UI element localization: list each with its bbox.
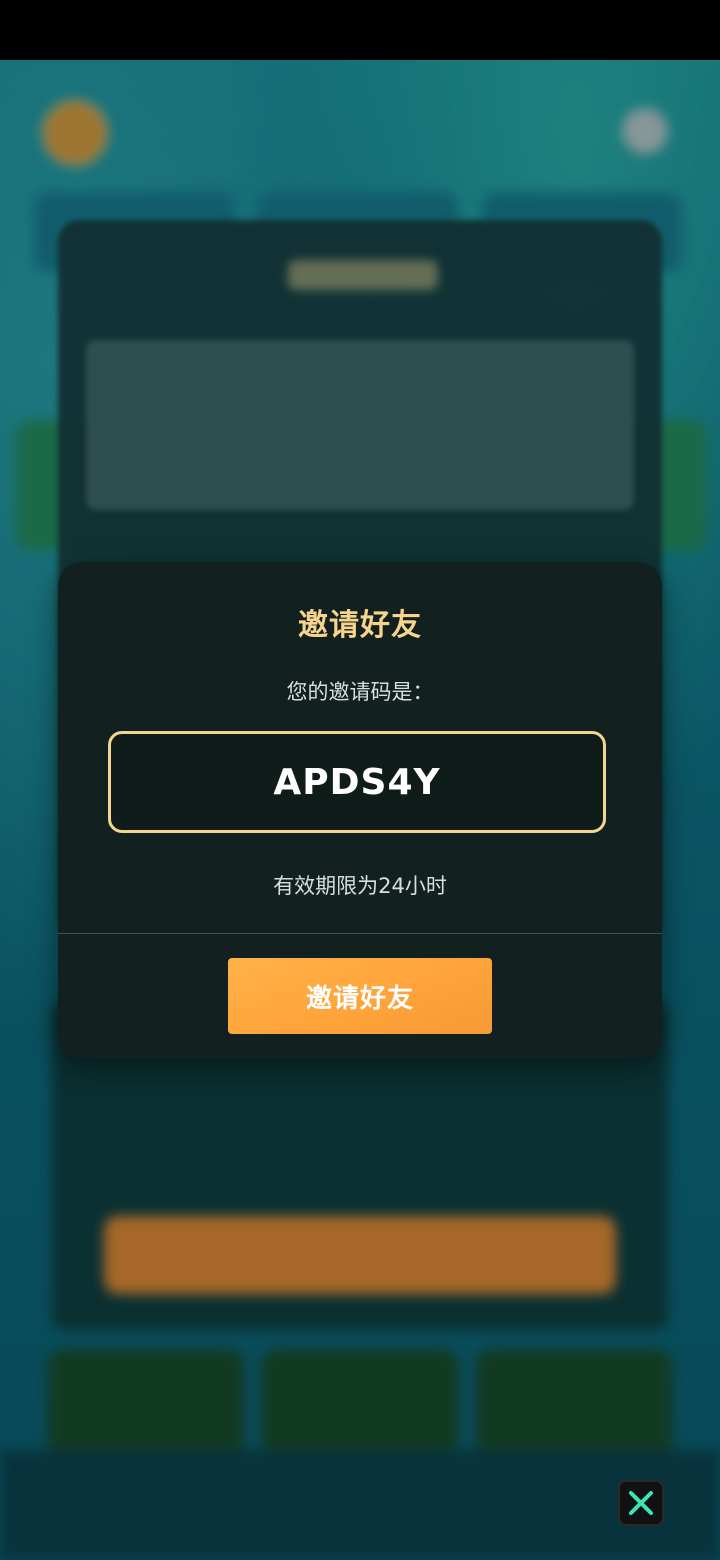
background-dialog-title [288,260,438,290]
invite-code-box[interactable]: APDS4Y [108,731,606,833]
validity-note: 有效期限为24小时 [273,874,447,898]
invite-friend-dialog: 邀请好友 您的邀请码是： APDS4Y 有效期限为24小时 邀请好友 [58,562,662,1058]
background-dialog-text [86,340,634,510]
invite-code-label: 您的邀请码是： [286,680,434,704]
invite-code-value[interactable]: APDS4Y [273,762,440,803]
dialog-title: 邀请好友 [298,608,422,643]
close-button[interactable] [618,1480,664,1526]
invite-friend-button[interactable]: 邀请好友 [228,958,492,1034]
close-icon [629,1491,653,1515]
status-bar [0,0,720,60]
divider [58,933,662,934]
